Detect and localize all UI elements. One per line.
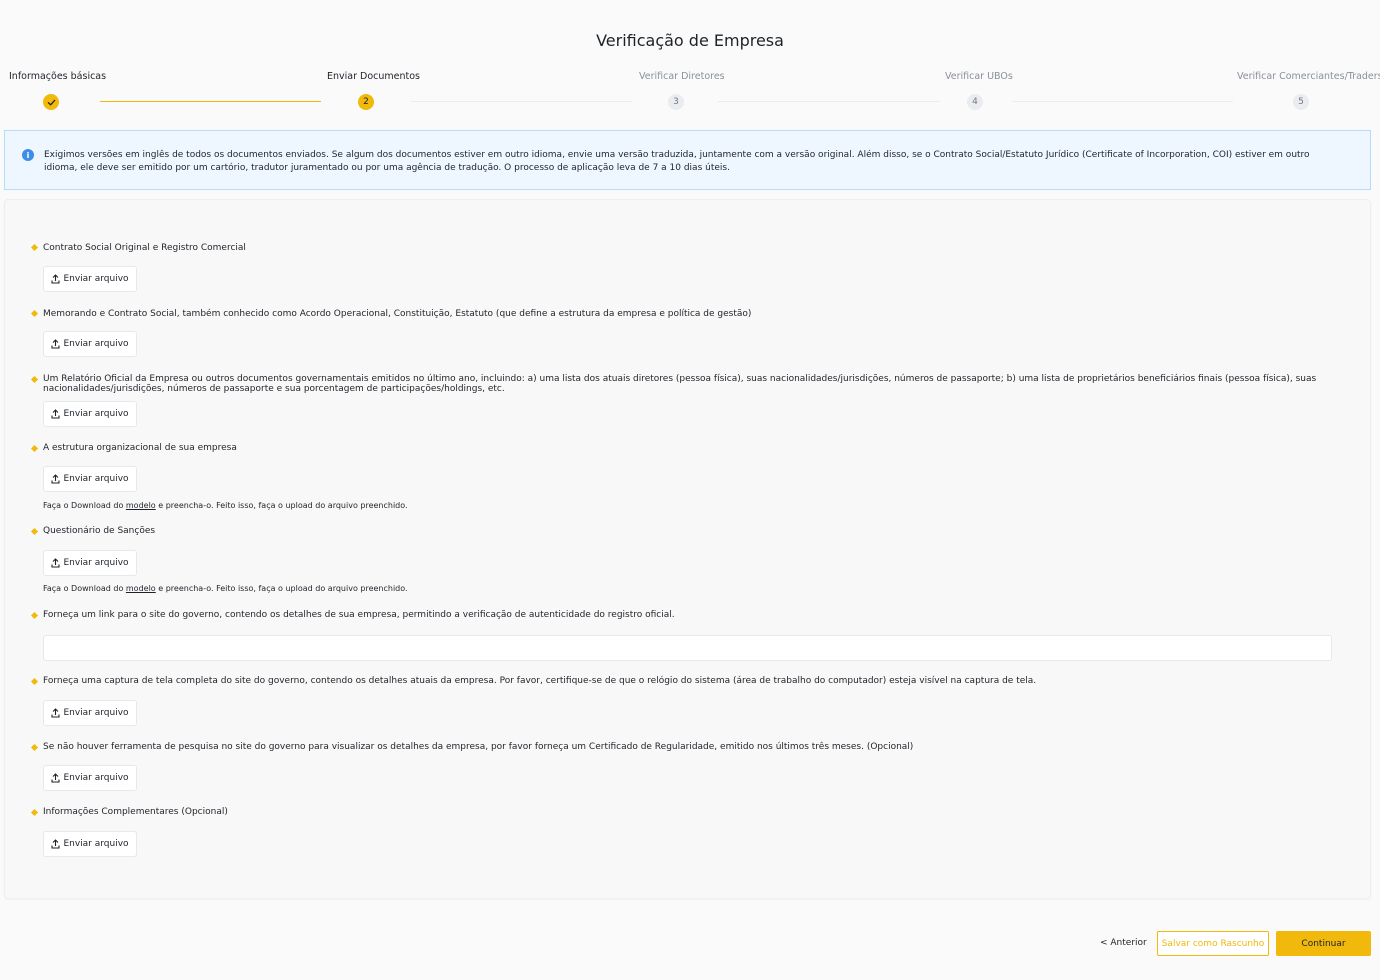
- template-note-before: Faça o Download do: [43, 501, 124, 510]
- requirement-label: Forneça uma captura de tela completa do …: [43, 676, 1037, 686]
- upload-button-label: Enviar arquivo: [63, 339, 129, 349]
- step-4-circle: 4: [967, 94, 983, 110]
- template-note-after: e preencha-o. Feito isso, faça o upload …: [158, 501, 408, 510]
- upload-button-label: Enviar arquivo: [63, 708, 129, 718]
- upload-button-label: Enviar arquivo: [63, 839, 129, 849]
- step-2-circle: 2: [358, 94, 374, 110]
- upload-icon: [51, 274, 60, 284]
- requirement-label: Questionário de Sanções: [43, 526, 156, 536]
- step-4-label: Verificar UBOs: [945, 71, 1013, 82]
- info-text: Exigimos versões em inglês de todos os d…: [44, 150, 1310, 173]
- upload-button[interactable]: Enviar arquivo: [43, 550, 137, 576]
- previous-button[interactable]: < Anterior: [1100, 938, 1147, 948]
- continue-button[interactable]: Continuar: [1276, 931, 1371, 956]
- upload-button[interactable]: Enviar arquivo: [43, 700, 137, 726]
- upload-icon: [51, 339, 60, 349]
- requirement-label: Forneça um link para o site do governo, …: [43, 610, 675, 620]
- upload-icon: [51, 839, 60, 849]
- upload-button-label: Enviar arquivo: [63, 274, 129, 284]
- template-note-before: Faça o Download do: [43, 584, 124, 593]
- template-download-link[interactable]: modelo: [126, 501, 156, 510]
- info-banner: i Exigimos versões em inglês de todos os…: [4, 130, 1371, 190]
- requirement-label: A estrutura organizacional de sua empres…: [43, 443, 237, 453]
- info-icon: i: [22, 149, 34, 161]
- requirement-label: Informações Complementares (Opcional): [43, 807, 228, 817]
- template-download-note: Faça o Download do modelo e preencha-o. …: [43, 501, 408, 510]
- documents-card: [4, 199, 1371, 899]
- upload-button-label: Enviar arquivo: [63, 409, 129, 419]
- step-connector-3: [718, 101, 940, 102]
- step-3-label: Verificar Diretores: [639, 71, 725, 82]
- template-note-after: e preencha-o. Feito isso, faça o upload …: [158, 584, 408, 593]
- save-draft-button[interactable]: Salvar como Rascunho: [1157, 931, 1269, 956]
- requirement-label: Memorando e Contrato Social, também conh…: [43, 309, 752, 319]
- upload-icon: [51, 474, 60, 484]
- upload-button[interactable]: Enviar arquivo: [43, 831, 137, 857]
- upload-button[interactable]: Enviar arquivo: [43, 401, 137, 427]
- requirement-label: Se não houver ferramenta de pesquisa no …: [43, 742, 914, 752]
- step-1-check-icon: [43, 94, 59, 110]
- upload-button[interactable]: Enviar arquivo: [43, 266, 137, 292]
- requirement-label: Um Relatório Oficial da Empresa ou outro…: [43, 374, 1317, 394]
- requirement-label: Contrato Social Original e Registro Come…: [43, 243, 246, 253]
- step-2-label: Enviar Documentos: [327, 71, 421, 82]
- upload-button[interactable]: Enviar arquivo: [43, 331, 137, 357]
- template-download-note: Faça o Download do modelo e preencha-o. …: [43, 584, 408, 593]
- upload-icon: [51, 409, 60, 419]
- step-connector-2: [411, 101, 632, 102]
- upload-button[interactable]: Enviar arquivo: [43, 466, 137, 492]
- upload-button-label: Enviar arquivo: [63, 474, 129, 484]
- upload-icon: [51, 773, 60, 783]
- upload-button-label: Enviar arquivo: [63, 558, 129, 568]
- step-5-circle: 5: [1293, 94, 1309, 110]
- upload-button-label: Enviar arquivo: [63, 773, 129, 783]
- template-download-link[interactable]: modelo: [126, 584, 156, 593]
- upload-icon: [51, 708, 60, 718]
- government-link-input[interactable]: [43, 635, 1332, 661]
- page-title: Verificação de Empresa: [596, 31, 784, 50]
- upload-button[interactable]: Enviar arquivo: [43, 765, 137, 791]
- step-connector-4: [1012, 101, 1233, 102]
- step-5-label: Verificar Comerciantes/Traders: [1237, 71, 1380, 82]
- upload-icon: [51, 558, 60, 568]
- step-1-label: Informações básicas: [9, 71, 107, 82]
- step-3-circle: 3: [668, 94, 684, 110]
- step-connector-1: [100, 101, 321, 102]
